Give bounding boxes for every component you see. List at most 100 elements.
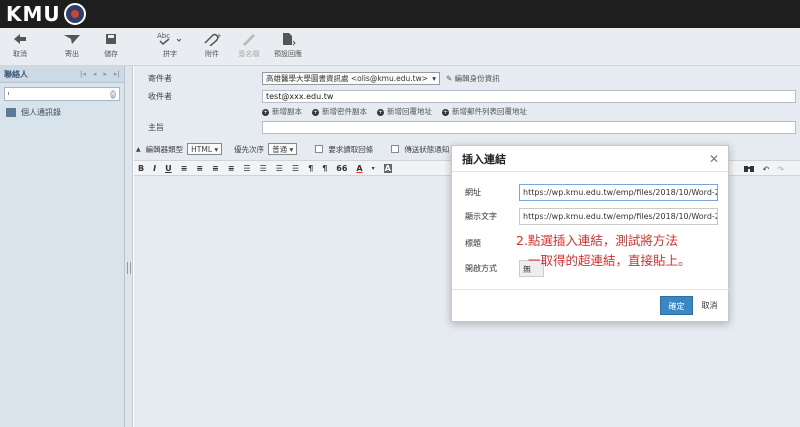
spell-label: 拼字 [163, 50, 177, 58]
pane-splitter[interactable] [125, 66, 133, 427]
edit-identity-label: 編輯身份資訊 [454, 74, 500, 83]
collapse-icon[interactable]: ▲ [136, 146, 141, 153]
edit-identity-link[interactable]: ✎ 編輯身份資訊 [446, 73, 500, 84]
italic-button[interactable]: I [153, 164, 156, 173]
from-select[interactable]: 高雄醫學大學圖書資訊處 <olis@kmu.edu.tw> ▾ [262, 72, 440, 85]
dialog-title: 插入連結 [452, 146, 728, 172]
send-button[interactable]: 寄出 [52, 31, 92, 65]
undo-icon[interactable]: ↶ [763, 165, 770, 174]
indent-button[interactable]: ☰ [292, 164, 299, 173]
request-receipt-checkbox[interactable] [315, 145, 324, 153]
text-color-button[interactable]: A [356, 164, 362, 173]
background-color-button[interactable]: A [383, 163, 392, 173]
priority-select[interactable]: 普通 ▾ [268, 143, 298, 155]
blockquote-button[interactable]: 66 [336, 164, 347, 173]
spellcheck-button[interactable]: Abc 拼字 [150, 31, 190, 65]
cancel-label: 取消 [13, 50, 27, 58]
sidebar-title: 聯絡人 [4, 69, 28, 79]
delivery-status-checkbox[interactable] [391, 145, 400, 153]
cancel-button[interactable]: 取消 [0, 31, 40, 65]
to-field[interactable]: test@xxx.edu.tw [262, 90, 796, 103]
align-center-button[interactable]: ≡ [196, 164, 203, 173]
save-button[interactable]: 儲存 [91, 31, 131, 65]
logo-text: KMU [6, 2, 61, 26]
bold-button[interactable]: B [138, 164, 144, 173]
display-text-input[interactable]: https://wp.kmu.edu.tw/emp/files/2018/10/… [519, 208, 718, 225]
last-page-icon[interactable]: ▸| [114, 70, 120, 78]
plus-icon: + [312, 109, 319, 116]
add-reply-to-link[interactable]: + 新增回覆地址 [377, 106, 432, 117]
add-bcc-link[interactable]: + 新增密件副本 [312, 106, 367, 117]
save-label: 儲存 [104, 50, 118, 58]
url-label: 網址 [465, 188, 481, 197]
ltr-button[interactable]: ¶ [308, 164, 313, 173]
response-button[interactable]: 預設回應 [268, 31, 308, 65]
subject-field[interactable] [262, 121, 796, 134]
subject-row: 主旨 [134, 121, 800, 134]
signature-label: 簽名檔 [238, 50, 260, 58]
document-icon [268, 31, 308, 47]
contacts-sidebar: 聯絡人 |◂ ◂ ▸ ▸| × 個人通訊錄 [0, 66, 125, 427]
add-followup-link[interactable]: + 新增郵件列表回覆地址 [442, 106, 527, 117]
top-header: KMU [0, 0, 800, 28]
annotation-line-1: 2.點選插入連結，測試將方法 [516, 233, 678, 248]
align-right-button[interactable]: ≡ [212, 164, 219, 173]
from-row: 寄件者 高雄醫學大學圖書資訊處 <olis@kmu.edu.tw> ▾ ✎ 編輯… [134, 72, 800, 85]
outdent-button[interactable]: ☰ [276, 164, 283, 173]
prev-page-icon[interactable]: ◂ [93, 70, 97, 78]
send-label: 寄出 [65, 50, 79, 58]
sidebar-pager: |◂ ◂ ▸ ▸| [80, 70, 120, 78]
editor-type-value: HTML [191, 144, 212, 154]
annotation-line-2: 一取得的超連結，直接貼上。 [528, 253, 691, 268]
address-book-label: 個人通訊錄 [21, 108, 61, 117]
contact-search: × [4, 87, 120, 101]
to-label: 收件者 [148, 92, 172, 101]
contact-search-input[interactable] [9, 88, 111, 100]
align-left-button[interactable]: ≡ [181, 164, 188, 173]
add-cc-label: 新增副本 [272, 107, 302, 116]
add-bcc-label: 新增密件副本 [322, 107, 367, 116]
response-label: 預設回應 [274, 50, 302, 58]
clear-search-icon[interactable]: × [110, 89, 116, 99]
spellcheck-icon: Abc [150, 31, 190, 47]
close-icon[interactable]: ✕ [709, 152, 719, 166]
save-icon [91, 31, 131, 47]
paper-plane-icon [52, 31, 92, 47]
dialog-footer: 確定 取消 [452, 289, 730, 321]
chevron-down-icon[interactable]: ▾ [372, 165, 375, 172]
url-input[interactable]: https://wp.kmu.edu.tw/emp/files/2018/10/… [519, 184, 718, 201]
plus-icon: + [262, 109, 269, 116]
text-row: 顯示文字 https://wp.kmu.edu.tw/emp/files/201… [465, 208, 718, 225]
rtl-button[interactable]: ¶ [322, 164, 327, 173]
cancel-dialog-button[interactable]: 取消 [696, 296, 723, 315]
main-toolbar: 取消 寄出 儲存 Abc 拼字 + 附件 簽名檔 預設回應 [0, 28, 800, 66]
add-recipient-links: + 新增副本 + 新增密件副本 + 新增回覆地址 + 新增郵件列表回覆地址 [262, 106, 527, 117]
from-value: 高雄醫學大學圖書資訊處 <olis@kmu.edu.tw> [266, 74, 428, 83]
ok-button[interactable]: 確定 [660, 296, 693, 315]
instruction-annotation: 2.點選插入連結，測試將方法 一取得的超連結，直接貼上。 [516, 231, 786, 271]
plus-icon: + [442, 109, 449, 116]
attach-button[interactable]: + 附件 [192, 31, 232, 65]
pen-icon [229, 31, 269, 47]
underline-button[interactable]: U [165, 164, 172, 173]
first-page-icon[interactable]: |◂ [80, 70, 86, 78]
numbered-list-button[interactable]: ☰ [260, 164, 267, 173]
attach-label: 附件 [205, 50, 219, 58]
add-cc-link[interactable]: + 新增副本 [262, 106, 302, 117]
splitter-grip-icon[interactable] [127, 262, 131, 274]
address-book-icon [6, 108, 16, 117]
signature-button[interactable]: 簽名檔 [229, 31, 269, 65]
back-arrow-icon [0, 31, 40, 47]
justify-button[interactable]: ≡ [228, 164, 235, 173]
to-row: 收件者 test@xxx.edu.tw [134, 90, 800, 103]
editor-type-select[interactable]: HTML ▾ [187, 143, 223, 155]
binoculars-icon[interactable] [743, 164, 755, 175]
bullet-list-button[interactable]: ☰ [243, 164, 250, 173]
sidebar-item-address-book[interactable]: 個人通訊錄 [0, 105, 124, 120]
from-label: 寄件者 [148, 74, 172, 83]
sidebar-header: 聯絡人 |◂ ◂ ▸ ▸| [0, 66, 124, 83]
redo-icon[interactable]: ↷ [777, 165, 784, 174]
title-label: 標題 [465, 239, 481, 248]
next-page-icon[interactable]: ▸ [103, 70, 107, 78]
svg-text:+: + [216, 32, 222, 40]
